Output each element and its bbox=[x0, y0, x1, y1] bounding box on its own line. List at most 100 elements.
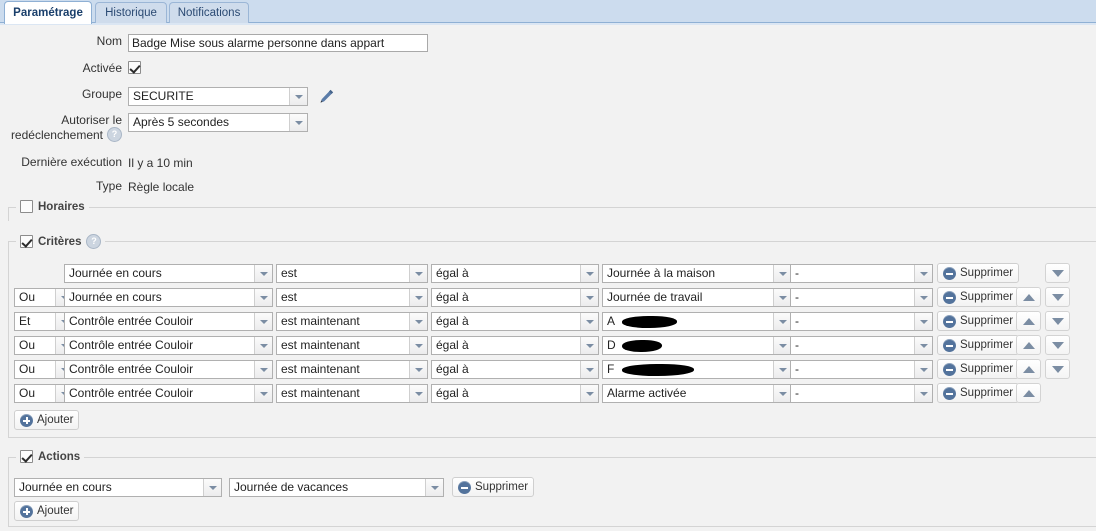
criteria-operator-select[interactable]: est maintenant bbox=[276, 312, 428, 331]
tab-label: Paramétrage bbox=[13, 7, 83, 19]
criteria-value-select[interactable]: A bbox=[602, 312, 792, 331]
action-target-value: Journée en cours bbox=[19, 480, 112, 494]
criteria-comparator-select[interactable]: égal à bbox=[431, 288, 599, 307]
criteria-subject-select[interactable]: Contrôle entrée Couloir bbox=[64, 336, 273, 355]
chevron-down-icon bbox=[773, 361, 791, 378]
criteria-subject-select[interactable]: Journée en cours bbox=[64, 264, 273, 283]
chevron-down-icon bbox=[409, 361, 427, 378]
horaires-legend-label: Horaires bbox=[38, 200, 85, 213]
chevron-down-icon bbox=[254, 385, 272, 402]
actions-add-button[interactable]: Ajouter bbox=[14, 501, 80, 521]
criteria-delete-label: Supprimer bbox=[960, 387, 1014, 399]
chevron-down-icon bbox=[254, 289, 272, 306]
minus-icon bbox=[943, 290, 956, 304]
criteria-subject-select[interactable]: Contrôle entrée Couloir bbox=[64, 384, 273, 403]
action-delete-button[interactable]: Supprimer bbox=[452, 477, 535, 497]
chevron-down-icon bbox=[580, 289, 598, 306]
criteria-extra-select[interactable]: - bbox=[790, 336, 933, 355]
arrow-up-icon bbox=[1022, 365, 1035, 373]
actions-legend: Actions bbox=[16, 450, 85, 463]
criteres-legend: Critères ? bbox=[16, 234, 106, 249]
action-value-select[interactable]: Journée de vacances bbox=[229, 478, 444, 497]
groupe-select[interactable]: SECURITE bbox=[128, 87, 308, 106]
criteria-delete-button[interactable]: Supprimer bbox=[937, 359, 1020, 379]
criteria-operator-select[interactable]: est maintenant bbox=[276, 384, 428, 403]
criteria-value-select[interactable]: Alarme activée bbox=[602, 384, 792, 403]
criteria-extra-select[interactable]: - bbox=[790, 312, 933, 331]
criteria-comparator-select[interactable]: égal à bbox=[431, 336, 599, 355]
criteres-add-button[interactable]: Ajouter bbox=[14, 410, 80, 430]
criteria-extra-value: - bbox=[795, 290, 799, 304]
redaction-mark bbox=[622, 364, 694, 376]
criteria-value-select[interactable]: D bbox=[602, 336, 792, 355]
pencil-icon[interactable] bbox=[318, 88, 335, 108]
criteria-delete-button[interactable]: Supprimer bbox=[937, 383, 1020, 403]
criteria-move-up-button[interactable] bbox=[1016, 311, 1041, 331]
criteria-operator-value: est bbox=[281, 290, 298, 304]
criteria-subject-value: Journée en cours bbox=[69, 266, 162, 280]
tab-parametrage[interactable]: Paramétrage bbox=[4, 1, 92, 24]
criteria-operator-select[interactable]: est bbox=[276, 288, 428, 307]
help-icon[interactable]: ? bbox=[86, 234, 102, 249]
actions-checkbox[interactable] bbox=[20, 450, 33, 463]
activee-checkbox[interactable] bbox=[128, 61, 141, 74]
criteria-move-down-button[interactable] bbox=[1045, 263, 1070, 283]
criteria-operator-select[interactable]: est bbox=[276, 264, 428, 283]
criteria-extra-select[interactable]: - bbox=[790, 384, 933, 403]
criteria-move-up-button[interactable] bbox=[1016, 383, 1041, 403]
derniere-execution-label: Dernière exécution bbox=[21, 155, 122, 169]
criteria-row: Ou Contrôle entrée Couloir est maintenant é… bbox=[0, 335, 1096, 355]
actions-legend-label: Actions bbox=[38, 450, 81, 463]
criteria-comparator-select[interactable]: égal à bbox=[431, 312, 599, 331]
criteria-subject-select[interactable]: Contrôle entrée Couloir bbox=[64, 360, 273, 379]
criteria-comparator-select[interactable]: égal à bbox=[431, 264, 599, 283]
criteria-move-down-button[interactable] bbox=[1045, 335, 1070, 355]
criteria-subject-select[interactable]: Contrôle entrée Couloir bbox=[64, 312, 273, 331]
criteria-move-down-button[interactable] bbox=[1045, 287, 1070, 307]
minus-icon bbox=[943, 314, 956, 328]
criteria-extra-select[interactable]: - bbox=[790, 264, 933, 283]
tab-label: Notifications bbox=[177, 7, 241, 19]
criteria-operator-select[interactable]: est maintenant bbox=[276, 360, 428, 379]
criteria-move-up-button[interactable] bbox=[1016, 359, 1041, 379]
criteria-comparator-select[interactable]: égal à bbox=[431, 360, 599, 379]
criteria-value-select[interactable]: F bbox=[602, 360, 792, 379]
criteria-move-down-button[interactable] bbox=[1045, 359, 1070, 379]
tab-bar: Paramétrage Historique Notifications bbox=[0, 0, 1096, 25]
criteria-value-value: Journée à la maison bbox=[607, 266, 716, 280]
criteria-subject-select[interactable]: Journée en cours bbox=[64, 288, 273, 307]
criteria-comparator-select[interactable]: égal à bbox=[431, 384, 599, 403]
criteria-extra-select[interactable]: - bbox=[790, 288, 933, 307]
arrow-down-icon bbox=[1051, 293, 1064, 301]
criteria-value-select[interactable]: Journée de travail bbox=[602, 288, 792, 307]
criteria-comparator-value: égal à bbox=[436, 386, 469, 400]
tab-historique[interactable]: Historique bbox=[95, 2, 167, 23]
criteria-extra-select[interactable]: - bbox=[790, 360, 933, 379]
criteria-move-up-button[interactable] bbox=[1016, 287, 1041, 307]
criteria-delete-button[interactable]: Supprimer bbox=[937, 311, 1020, 331]
criteria-operator-value: est maintenant bbox=[281, 314, 360, 328]
nom-input[interactable] bbox=[128, 34, 428, 52]
horaires-checkbox[interactable] bbox=[20, 200, 33, 213]
derniere-execution-value: Il y a 10 min bbox=[128, 156, 193, 170]
criteria-value-select[interactable]: Journée à la maison bbox=[602, 264, 792, 283]
criteria-operator-select[interactable]: est maintenant bbox=[276, 336, 428, 355]
redeclenchement-select[interactable]: Après 5 secondes bbox=[128, 113, 308, 132]
criteres-add-label: Ajouter bbox=[37, 414, 74, 426]
action-target-select[interactable]: Journée en cours bbox=[14, 478, 222, 497]
plus-icon bbox=[20, 413, 33, 427]
help-icon[interactable]: ? bbox=[107, 127, 122, 142]
criteria-move-up-button[interactable] bbox=[1016, 335, 1041, 355]
minus-icon bbox=[943, 338, 956, 352]
horaires-fieldset: Horaires bbox=[8, 200, 1096, 221]
criteria-move-down-button[interactable] bbox=[1045, 311, 1070, 331]
criteria-delete-button[interactable]: Supprimer bbox=[937, 263, 1020, 283]
criteria-delete-label: Supprimer bbox=[960, 363, 1014, 375]
criteria-subject-value: Contrôle entrée Couloir bbox=[69, 386, 194, 400]
criteria-delete-button[interactable]: Supprimer bbox=[937, 335, 1020, 355]
redeclenchement-label-line2: redéclenchement bbox=[10, 127, 103, 142]
tab-notifications[interactable]: Notifications bbox=[169, 2, 249, 23]
redeclenchement-label: Autoriser le redéclenchement ? bbox=[0, 113, 128, 142]
criteres-checkbox[interactable] bbox=[20, 235, 33, 248]
criteria-delete-button[interactable]: Supprimer bbox=[937, 287, 1020, 307]
